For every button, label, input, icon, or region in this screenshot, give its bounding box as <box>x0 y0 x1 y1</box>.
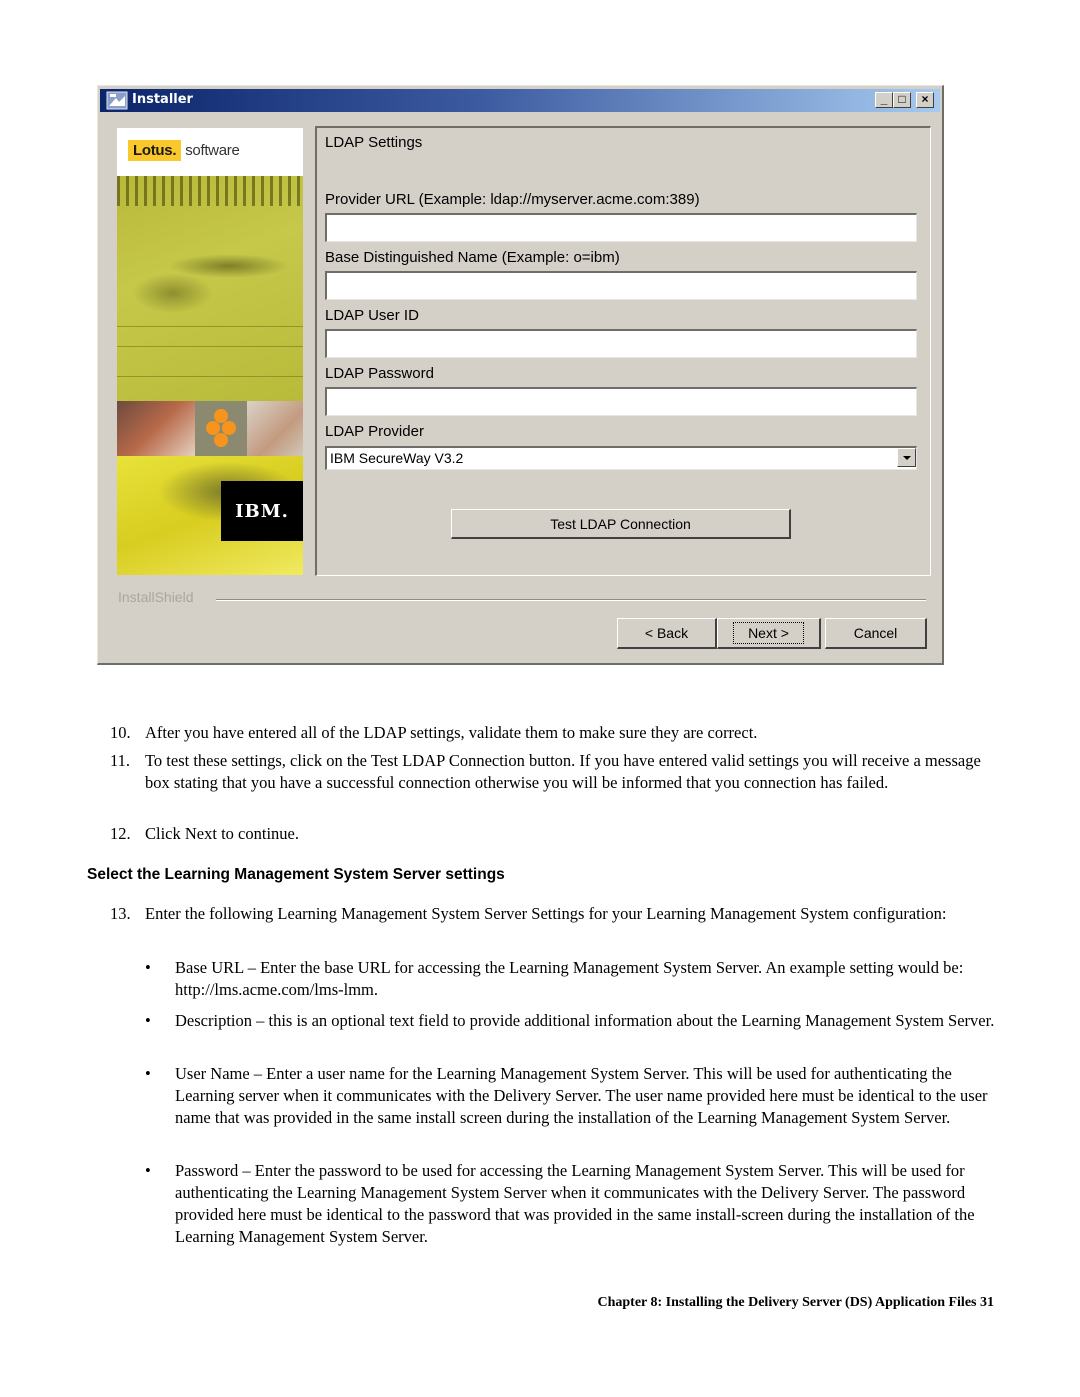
bullet-text: User Name – Enter a user name for the Le… <box>175 1064 988 1127</box>
bullet-item: • Description – this is an optional text… <box>145 1010 995 1032</box>
minimize-button[interactable]: _ <box>875 92 893 108</box>
step-item: 13. Enter the following Learning Managem… <box>110 903 990 925</box>
step-text: Click Next to continue. <box>145 824 299 843</box>
bullet-icon: • <box>145 1161 151 1180</box>
provider-url-label: Provider URL (Example: ldap://myserver.a… <box>325 191 700 208</box>
panel-title: LDAP Settings <box>325 134 423 151</box>
photo-tiles <box>117 401 303 456</box>
ibm-logo: IBM. <box>221 501 303 522</box>
bullet-icon: • <box>145 958 151 977</box>
bullet-icon: • <box>145 1064 151 1083</box>
orange-flower-icon <box>206 409 236 447</box>
step-number: 11. <box>110 751 131 770</box>
ldap-provider-selected-value: IBM SecureWay V3.2 <box>330 450 464 466</box>
close-button[interactable]: × <box>916 92 934 108</box>
ldap-password-label: LDAP Password <box>325 365 434 382</box>
next-button[interactable]: Next > <box>717 618 821 649</box>
flower-tile <box>195 401 247 456</box>
provider-url-input[interactable] <box>325 213 917 242</box>
ibm-logo-box: IBM. <box>221 481 303 541</box>
page-footer: Chapter 8: Installing the Delivery Serve… <box>597 1295 994 1310</box>
installshield-divider <box>216 599 926 601</box>
bullet-text: Base URL – Enter the base URL for access… <box>175 958 964 999</box>
step-text: After you have entered all of the LDAP s… <box>145 723 758 742</box>
chevron-down-icon[interactable] <box>897 448 916 467</box>
title-bar[interactable]: Installer _ □ × <box>100 89 940 112</box>
installer-window: Installer _ □ × Lotus. software IBM. LDA… <box>97 85 944 665</box>
step-item: 11. To test these settings, click on the… <box>110 750 990 794</box>
next-button-label: Next > <box>733 622 804 644</box>
window-title: Installer <box>132 92 193 107</box>
installer-app-icon <box>106 91 128 110</box>
ldap-user-id-label: LDAP User ID <box>325 307 419 324</box>
cancel-button[interactable]: Cancel <box>825 618 927 649</box>
bullet-item: • User Name – Enter a user name for the … <box>145 1063 995 1129</box>
step-text: To test these settings, click on the Tes… <box>145 751 981 792</box>
ldap-settings-panel: LDAP Settings Provider URL (Example: lda… <box>315 126 931 576</box>
face-photo <box>247 401 303 456</box>
step-item: 12. Click Next to continue. <box>110 823 990 845</box>
step-text: Enter the following Learning Management … <box>145 904 947 923</box>
bullet-text: Password – Enter the password to be used… <box>175 1161 975 1246</box>
section-heading: Select the Learning Management System Se… <box>87 866 505 883</box>
step-item: 10. After you have entered all of the LD… <box>110 722 990 744</box>
hands-photo <box>117 401 195 456</box>
step-number: 13. <box>110 904 131 923</box>
lotus-wordmark: Lotus. <box>128 139 182 161</box>
bullet-icon: • <box>145 1011 151 1030</box>
maximize-button[interactable]: □ <box>893 92 911 108</box>
back-button[interactable]: < Back <box>617 618 717 649</box>
test-ldap-connection-button[interactable]: Test LDAP Connection <box>451 509 791 539</box>
crowd-photo <box>117 176 303 401</box>
lotus-software-logo: Lotus. software <box>128 138 240 162</box>
lotus-brand-graphic: Lotus. software IBM. <box>117 128 303 575</box>
ldap-user-id-input[interactable] <box>325 329 917 358</box>
ldap-password-input[interactable] <box>325 387 917 416</box>
step-number: 10. <box>110 723 131 742</box>
installshield-label: InstallShield <box>118 589 194 605</box>
bullet-text: Description – this is an optional text f… <box>175 1011 995 1030</box>
base-dn-label: Base Distinguished Name (Example: o=ibm) <box>325 249 620 266</box>
step-number: 12. <box>110 824 131 843</box>
base-dn-input[interactable] <box>325 271 917 300</box>
software-wordmark: software <box>185 141 240 159</box>
ldap-provider-label: LDAP Provider <box>325 423 424 440</box>
bullet-item: • Password – Enter the password to be us… <box>145 1160 995 1248</box>
ldap-provider-select[interactable]: IBM SecureWay V3.2 <box>325 446 917 470</box>
bullet-item: • Base URL – Enter the base URL for acce… <box>145 957 995 1001</box>
